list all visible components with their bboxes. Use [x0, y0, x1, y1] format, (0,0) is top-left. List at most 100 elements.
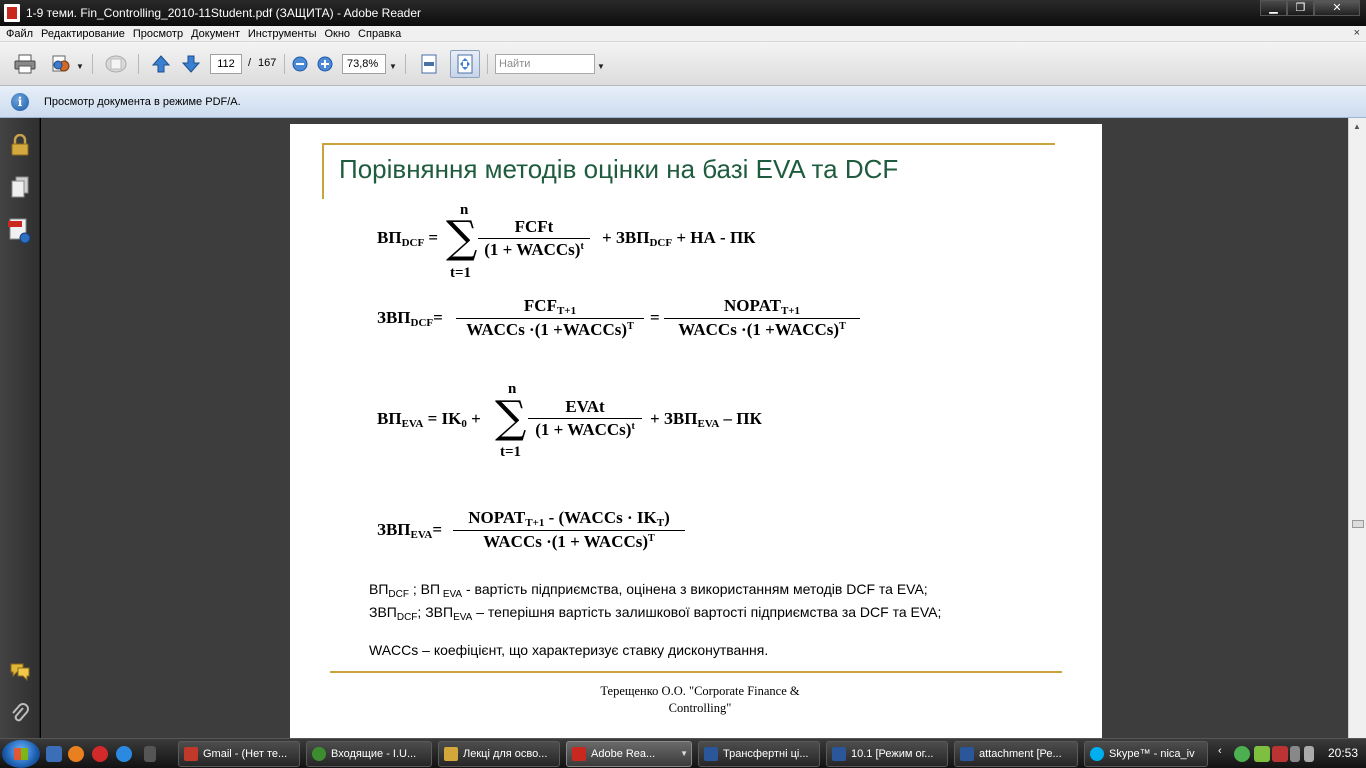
window-title: 1-9 теми. Fin_Controlling_2010-11Student…	[26, 6, 422, 20]
sign-button[interactable]	[103, 52, 129, 76]
eq4-numerator: NOPATT+1 - (WACCs · IKT)	[453, 508, 685, 531]
word-icon	[832, 747, 846, 761]
zoom-out-icon	[292, 56, 308, 72]
legend-line-2: ЗВПDCF; ЗВПEVA – теперішня вартість зали…	[369, 604, 942, 623]
task-label: Adobe Rea...	[591, 748, 656, 760]
firefox-icon[interactable]	[68, 746, 84, 762]
opera-icon[interactable]	[92, 746, 108, 762]
attachments-button[interactable]	[8, 700, 32, 726]
taskbar-item-folder[interactable]: Лекці для осво...	[438, 741, 560, 767]
menu-window[interactable]: Окно	[322, 26, 356, 41]
tray-shield-icon[interactable]	[1234, 746, 1250, 762]
language-flag-icon[interactable]	[1272, 746, 1288, 762]
comment-icon	[10, 663, 30, 681]
eq1-sum-lower: t=1	[450, 265, 472, 281]
eq2-denominator-2: WACCs ·(1 +WACCs)T	[678, 320, 846, 339]
taskbar-item-inbox[interactable]: Входящие - I.U...	[306, 741, 432, 767]
tray-app-icon[interactable]	[1254, 746, 1270, 762]
eq4-lhs: ЗВПEVA=	[377, 520, 443, 541]
pages-button[interactable]	[8, 174, 32, 200]
taskbar-item-word-1[interactable]: Трансфертні ці...	[698, 741, 820, 767]
find-input[interactable]: Найти	[495, 54, 595, 74]
taskbar-item-word-2[interactable]: 10.1 [Режим ог...	[826, 741, 948, 767]
info-icon: i	[11, 93, 29, 111]
footer-rule	[330, 671, 1062, 673]
menu-edit[interactable]: Редактирование	[39, 26, 131, 41]
system-tray: ‹ 20:53	[1216, 739, 1366, 768]
taskbar-item-gmail[interactable]: Gmail - (Нет те...	[178, 741, 300, 767]
taskbar-item-skype[interactable]: Skype™ - nica_iv	[1084, 741, 1208, 767]
vertical-scrollbar[interactable]: ▲	[1348, 118, 1366, 738]
zoom-input[interactable]: 73,8%	[342, 54, 386, 74]
legend-line-1: ВПDCF ; ВП EVA - вартість підприємства, …	[369, 581, 928, 600]
menu-view[interactable]: Просмотр	[131, 26, 189, 41]
show-desktop-icon[interactable]	[46, 746, 62, 762]
legend-line-3: WACCs – коефіцієнт, що характеризує став…	[369, 642, 769, 658]
quicklaunch-chevron-icon[interactable]	[144, 746, 156, 762]
find-dropdown-arrow[interactable]: ▼	[597, 62, 605, 72]
footer-line-2: Controlling"	[668, 701, 732, 715]
arrow-down-icon	[181, 55, 201, 73]
page-scroll-icon	[421, 54, 437, 74]
menu-document[interactable]: Документ	[189, 26, 246, 41]
security-button[interactable]	[8, 132, 32, 158]
tray-expand-icon[interactable]: ‹	[1218, 745, 1228, 761]
ie-icon[interactable]	[116, 746, 132, 762]
menu-file[interactable]: Файл	[4, 26, 39, 41]
pdfa-info-bar: i Просмотр документа в режиме PDF/A.	[0, 86, 1366, 118]
menu-help[interactable]: Справка	[356, 26, 407, 41]
taskbar-item-word-3[interactable]: attachment [Ре...	[954, 741, 1078, 767]
print-button[interactable]	[12, 52, 38, 76]
document-view[interactable]: Порівняння методів оцінки на базі EVA та…	[41, 118, 1348, 738]
taskbar-item-adobe-reader[interactable]: Adobe Rea... ▼	[566, 741, 692, 767]
scrollbar-thumb[interactable]	[1352, 520, 1364, 528]
slide-footer: Терещенко О.О. "Corporate Finance & Cont…	[550, 683, 850, 717]
eq3-sum-lower: t=1	[500, 444, 522, 460]
close-button[interactable]: ✕	[1314, 0, 1360, 16]
collaborate-icon	[52, 55, 70, 72]
zoom-dropdown-arrow[interactable]: ▼	[389, 62, 397, 72]
slide-title: Порівняння методів оцінки на базі EVA та…	[339, 154, 899, 184]
printer-icon	[14, 54, 36, 74]
adobe-reader-icon	[4, 4, 20, 22]
opera-icon	[184, 747, 198, 761]
comments-button[interactable]	[8, 658, 32, 684]
paperclip-icon	[12, 703, 29, 722]
word-icon	[704, 747, 718, 761]
zoom-out-button[interactable]	[289, 52, 311, 76]
maximize-button[interactable]: ❐	[1287, 0, 1314, 16]
eq1-rhs: + ЗВПDCF + НА - ПК	[602, 228, 756, 249]
eq2-denominator-1: WACCs ·(1 +WACCs)T	[466, 320, 634, 339]
eq2-lhs: ЗВПDCF=	[377, 308, 443, 329]
start-button[interactable]	[2, 740, 40, 768]
next-page-button[interactable]	[178, 52, 204, 76]
task-label: 10.1 [Режим ог...	[851, 748, 934, 760]
scroll-mode-button[interactable]	[416, 52, 442, 76]
menu-tools[interactable]: Инструменты	[246, 26, 323, 41]
eq2-numerator-1: FCFT+1	[456, 296, 644, 319]
skype-icon	[1090, 747, 1104, 761]
fit-page-button[interactable]	[450, 50, 480, 78]
share-button[interactable]	[48, 52, 74, 76]
share-dropdown-arrow[interactable]: ▼	[76, 62, 84, 72]
eq3-fraction: EVAt (1 + WACCs)t	[528, 397, 642, 440]
eq4-fraction: NOPATT+1 - (WACCs · IKT) WACCs ·(1 + WAC…	[453, 508, 685, 552]
page-number-input[interactable]: 112	[210, 54, 242, 74]
scroll-up-arrow[interactable]: ▲	[1353, 122, 1361, 131]
toolbar-separator	[487, 54, 488, 74]
previous-page-button[interactable]	[148, 52, 174, 76]
document-close-button[interactable]: ×	[1354, 27, 1360, 39]
volume-icon[interactable]	[1304, 746, 1314, 762]
minimize-button[interactable]: ▁	[1260, 0, 1287, 16]
eq3-denominator: (1 + WACCs)t	[535, 420, 635, 439]
eq4-denominator: WACCs ·(1 + WACCs)T	[483, 532, 655, 551]
clock[interactable]: 20:53	[1328, 746, 1358, 760]
group-dropdown-arrow[interactable]: ▼	[680, 742, 688, 766]
network-icon[interactable]	[1290, 746, 1300, 762]
document-properties-button[interactable]	[8, 218, 32, 244]
zoom-in-button[interactable]	[314, 52, 336, 76]
task-label: Входящие - I.U...	[331, 748, 417, 760]
title-rule-left	[322, 143, 324, 199]
eq1-sigma: ∑	[446, 212, 478, 263]
navigation-panel	[0, 118, 40, 738]
